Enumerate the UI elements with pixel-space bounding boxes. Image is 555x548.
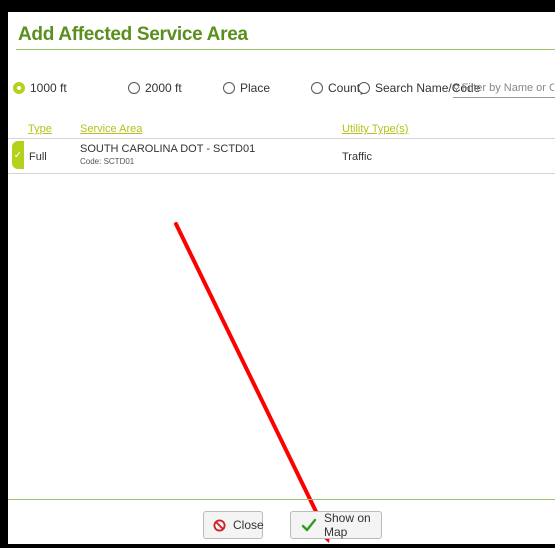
radio-label: 2000 ft (145, 81, 182, 95)
cell-service-area: SOUTH CAROLINA DOT - SCTD01 (80, 143, 256, 155)
row-selected-check-icon[interactable]: ✓ (12, 141, 24, 169)
prohibited-icon (213, 518, 226, 532)
radio-selected-icon (13, 82, 25, 94)
radio-icon (311, 82, 323, 94)
footer-divider (8, 499, 555, 500)
radio-label: Place (240, 81, 271, 95)
radio-icon (223, 82, 235, 94)
radio-icon (358, 82, 370, 94)
show-on-map-button[interactable]: Show on Map (290, 511, 382, 539)
close-button[interactable]: Close (203, 511, 264, 539)
table-row[interactable]: ✓ Full SOUTH CAROLINA DOT - SCTD01 Code:… (8, 139, 555, 174)
column-header-type[interactable]: Type (28, 123, 52, 135)
add-service-area-dialog: Add Affected Service Area 1000 ft 2000 f… (8, 12, 555, 544)
show-on-map-label: Show on Map (324, 511, 371, 539)
radio-label: 1000 ft (30, 81, 67, 95)
cell-utility-types: Traffic (342, 151, 372, 163)
filter-box: ⚲ (453, 79, 555, 98)
radio-icon (128, 82, 140, 94)
radio-2000ft[interactable]: 2000 ft (128, 81, 182, 95)
radio-1000ft[interactable]: 1000 ft (13, 81, 67, 95)
filter-input[interactable] (461, 82, 554, 94)
search-icon: ⚲ (453, 82, 460, 93)
title-divider (16, 49, 555, 50)
column-header-service-area[interactable]: Service Area (80, 123, 142, 135)
cell-type: Full (29, 151, 47, 163)
dialog-title: Add Affected Service Area (18, 24, 248, 45)
close-label: Close (233, 518, 264, 532)
radius-options: 1000 ft 2000 ft Place County Search Name… (8, 81, 555, 105)
check-icon (301, 518, 317, 532)
column-header-utility-types[interactable]: Utility Type(s) (342, 123, 408, 135)
cell-code: Code: SCTD01 (80, 157, 135, 166)
radio-place[interactable]: Place (223, 81, 270, 95)
